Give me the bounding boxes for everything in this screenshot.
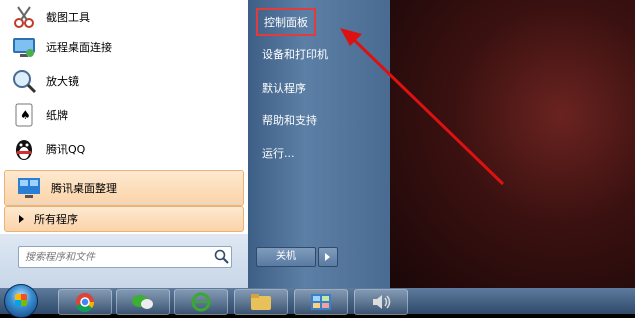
taskbar-chrome[interactable] <box>58 289 112 315</box>
ie-icon <box>191 292 211 312</box>
taskbar-control-panel[interactable] <box>294 289 348 315</box>
volume-icon <box>373 295 391 309</box>
start-orb-icon[interactable] <box>4 284 38 318</box>
taskbar-volume[interactable] <box>354 289 408 315</box>
explorer-folder-icon <box>251 294 271 310</box>
taskbar-ie[interactable] <box>174 289 228 315</box>
taskbar-explorer[interactable] <box>234 289 288 315</box>
wechat-icon <box>132 295 153 309</box>
taskbar-wechat[interactable] <box>116 289 170 315</box>
chrome-icon <box>76 293 95 313</box>
control-panel-icon <box>311 294 331 310</box>
taskbar <box>0 284 635 318</box>
red-arrow-annotation <box>340 28 505 186</box>
